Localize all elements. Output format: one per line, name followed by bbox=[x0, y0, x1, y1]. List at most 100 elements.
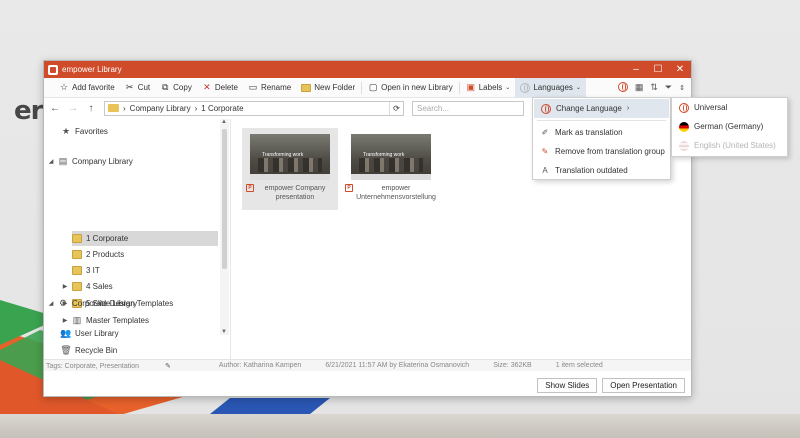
minimize-button[interactable]: – bbox=[625, 61, 647, 78]
status-tags: Tags: Corporate, Presentation ✎ bbox=[46, 362, 171, 370]
new-folder-label: New Folder bbox=[314, 83, 356, 92]
powerpoint-icon: P bbox=[345, 184, 353, 192]
edit-pencil-icon[interactable]: ✎ bbox=[165, 363, 171, 370]
scroll-up-icon[interactable]: ▲ bbox=[221, 119, 227, 125]
title-bar: empower Library – ☐ ✕ bbox=[44, 61, 691, 78]
file-tile[interactable]: Transforming work Pempower Unternehmensv… bbox=[341, 128, 441, 210]
new-folder-icon bbox=[301, 83, 312, 93]
tree-item-master-templates[interactable]: ▶ ▥ Master Templates bbox=[61, 313, 149, 328]
menu-item-translation-outdated[interactable]: A Translation outdated bbox=[533, 161, 670, 180]
app-logo-icon bbox=[48, 64, 58, 75]
globe-icon bbox=[520, 82, 531, 93]
toolbar: ☆ Add favorite ✂ Cut ⧉ Copy ✕ Delete ▭ Rename… bbox=[44, 77, 691, 98]
status-modified: 6/21/2021 11:57 AM by Ekaterina Osmanovi… bbox=[325, 362, 470, 369]
star-icon: ☆ bbox=[59, 82, 69, 92]
menu-item-universal[interactable]: Universal bbox=[672, 98, 787, 117]
show-slides-button[interactable]: Show Slides bbox=[537, 377, 598, 393]
menu-item-change-language[interactable]: Change Language › bbox=[534, 99, 669, 118]
copy-button[interactable]: ⧉ Copy bbox=[155, 78, 197, 98]
status-selection: 1 item selected bbox=[555, 362, 603, 369]
tree-item-favorites[interactable]: ★ Favorites bbox=[50, 124, 108, 139]
tree-item-label: Corporate Design Templates bbox=[72, 299, 174, 308]
folder-icon bbox=[72, 282, 82, 291]
menu-item-german[interactable]: German (Germany) bbox=[672, 117, 787, 136]
back-arrow-icon[interactable]: ← bbox=[50, 103, 60, 114]
tree-item-corporate-design-templates[interactable]: ◢ ⚙ Corporate Design Templates bbox=[47, 296, 174, 311]
tree-item-label: 1 Corporate bbox=[86, 234, 129, 243]
more-options-icon[interactable]: ⇕ bbox=[679, 84, 685, 92]
tree-item-recycle-bin[interactable]: 🗑 Recycle Bin bbox=[50, 343, 117, 358]
toolbar-view-controls: ▦ ⇅ ⏷ ⇕ bbox=[617, 81, 691, 94]
expand-arrow-icon[interactable]: ▶ bbox=[61, 283, 69, 290]
language-view-globe-icon[interactable] bbox=[617, 81, 628, 94]
background-logo: er bbox=[14, 96, 43, 126]
languages-button[interactable]: Languages ⌄ bbox=[515, 77, 586, 98]
folder-tree-lower: ◢ ⚙ Corporate Design Templates ▶ ▥ Master Te… bbox=[44, 296, 219, 358]
copy-label: Copy bbox=[173, 83, 192, 92]
chevron-right-icon: › bbox=[626, 105, 630, 112]
desktop-floor bbox=[0, 414, 800, 438]
breadcrumb-item-corporate[interactable]: 1 Corporate bbox=[201, 104, 243, 113]
file-tile[interactable]: Transforming work Pempower Company prese… bbox=[242, 128, 338, 210]
tree-scrollbar[interactable]: ▲ ▼ bbox=[220, 119, 229, 335]
file-name: empower Unternehmensvorstellung bbox=[356, 185, 436, 201]
cut-label: Cut bbox=[137, 83, 151, 92]
up-arrow-icon[interactable]: ↑ bbox=[86, 103, 96, 114]
powerpoint-icon: P bbox=[246, 184, 254, 192]
tree-item-label: Recycle Bin bbox=[75, 346, 118, 355]
forward-arrow-icon[interactable]: → bbox=[68, 103, 78, 114]
file-name: empower Company presentation bbox=[264, 185, 326, 201]
scroll-down-icon[interactable]: ▼ bbox=[221, 329, 227, 335]
delete-label: Delete bbox=[214, 83, 238, 92]
new-folder-button[interactable]: New Folder bbox=[296, 78, 360, 98]
menu-item-remove-group[interactable]: ✎ Remove from translation group bbox=[533, 142, 670, 161]
cut-button[interactable]: ✂ Cut bbox=[120, 78, 155, 98]
open-new-library-button[interactable]: ▢ Open in new Library bbox=[363, 78, 458, 98]
status-size: Size: 362KB bbox=[493, 362, 532, 369]
add-favorite-button[interactable]: ☆ Add favorite bbox=[54, 78, 120, 98]
grid-view-icon[interactable]: ▦ bbox=[635, 82, 644, 93]
menu-item-label: Universal bbox=[694, 103, 728, 112]
maximize-button[interactable]: ☐ bbox=[647, 61, 669, 78]
label-icon: ▣ bbox=[466, 82, 475, 92]
labels-label: Labels bbox=[478, 83, 503, 92]
menu-item-label: Mark as translation bbox=[555, 128, 623, 137]
open-presentation-button[interactable]: Open Presentation bbox=[602, 377, 685, 393]
search-input[interactable]: Search... bbox=[412, 100, 524, 116]
collapse-arrow-icon[interactable]: ◢ bbox=[47, 158, 55, 165]
refresh-icon[interactable]: ⟳ bbox=[389, 101, 403, 115]
tree-item-it[interactable]: 3 IT bbox=[72, 263, 100, 278]
tree-item-label: 3 IT bbox=[86, 266, 100, 275]
trash-icon: 🗑 bbox=[60, 345, 72, 355]
sort-icon[interactable]: ⇅ bbox=[650, 82, 658, 93]
labels-button[interactable]: ▣ Labels ⌄ bbox=[461, 78, 516, 98]
scrollbar-thumb[interactable] bbox=[222, 129, 227, 269]
template-icon: ▥ bbox=[72, 315, 82, 325]
globe-icon bbox=[679, 102, 689, 113]
tree-item-company-library[interactable]: ◢ ▤ Company Library bbox=[47, 154, 133, 169]
chevron-down-icon: ⌄ bbox=[505, 85, 511, 91]
mark-translation-icon: ✐ bbox=[541, 128, 549, 137]
folder-icon bbox=[72, 234, 82, 243]
menu-item-english: English (United States) bbox=[672, 136, 787, 155]
rename-button[interactable]: ▭ Rename bbox=[243, 78, 296, 98]
toolbar-divider bbox=[458, 81, 460, 94]
copy-icon: ⧉ bbox=[161, 82, 169, 92]
menu-item-mark-translation[interactable]: ✐ Mark as translation bbox=[533, 123, 670, 142]
breadcrumb-item-company-library[interactable]: Company Library bbox=[130, 104, 191, 113]
toolbar-divider bbox=[361, 81, 363, 94]
tree-item-label: Master Templates bbox=[86, 316, 149, 325]
close-button[interactable]: ✕ bbox=[669, 61, 691, 78]
filter-icon[interactable]: ⏷ bbox=[665, 82, 672, 93]
tree-item-products[interactable]: 2 Products bbox=[72, 247, 124, 262]
status-author: Author: Katharina Kampen bbox=[218, 362, 302, 369]
breadcrumb-separator: › bbox=[123, 103, 126, 113]
delete-button[interactable]: ✕ Delete bbox=[197, 78, 243, 98]
tree-item-sales[interactable]: ▶ 4 Sales bbox=[61, 279, 113, 294]
expand-arrow-icon[interactable]: ▶ bbox=[61, 317, 69, 324]
breadcrumb[interactable]: › Company Library › 1 Corporate ⟳ bbox=[104, 100, 404, 116]
thumbnail-caption: Transforming work bbox=[363, 152, 405, 158]
tree-item-corporate[interactable]: 1 Corporate bbox=[72, 231, 218, 246]
add-favorite-label: Add favorite bbox=[72, 83, 115, 92]
collapse-arrow-icon[interactable]: ◢ bbox=[47, 300, 55, 307]
